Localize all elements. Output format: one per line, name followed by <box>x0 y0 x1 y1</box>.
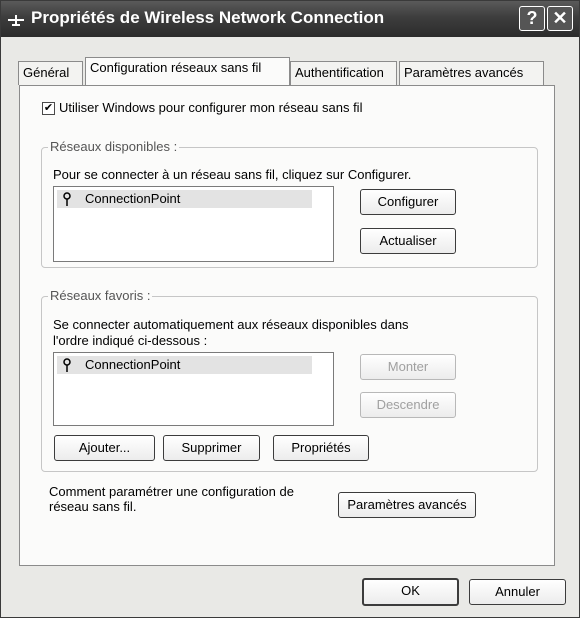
preferred-description-line2: l'ordre indiqué ci-dessous : <box>53 333 208 348</box>
properties-button[interactable]: Propriétés <box>273 435 369 461</box>
preferred-networks-title: Réseaux favoris : <box>48 288 153 303</box>
use-windows-checkbox[interactable]: ✔ <box>42 102 55 115</box>
add-button[interactable]: Ajouter... <box>54 435 155 461</box>
list-item-label: ConnectionPoint <box>85 191 181 206</box>
remove-button[interactable]: Supprimer <box>163 435 260 461</box>
ok-button[interactable]: OK <box>362 578 459 606</box>
available-networks-list[interactable]: ConnectionPoint <box>53 186 334 262</box>
preferred-description-line1: Se connecter automatiquement aux réseaux… <box>53 317 409 332</box>
refresh-button[interactable]: Actualiser <box>360 228 456 254</box>
use-windows-label[interactable]: Utiliser Windows pour configurer mon rés… <box>59 100 362 115</box>
checkmark-icon: ✔ <box>43 102 54 114</box>
tab-wireless-config[interactable]: Configuration réseaux sans fil <box>85 57 290 85</box>
move-down-button[interactable]: Descendre <box>360 392 456 418</box>
help-link-line2[interactable]: réseau sans fil. <box>49 500 136 513</box>
close-button[interactable]: ✕ <box>547 6 573 31</box>
available-networks-description: Pour se connecter à un réseau sans fil, … <box>53 167 412 182</box>
list-item[interactable]: ConnectionPoint <box>57 190 312 208</box>
tab-authentication[interactable]: Authentification <box>290 61 397 85</box>
available-networks-title: Réseaux disponibles : <box>48 139 180 154</box>
tab-general[interactable]: Général <box>18 61 83 85</box>
help-button[interactable]: ? <box>519 6 545 31</box>
configure-button[interactable]: Configurer <box>360 189 456 215</box>
tab-advanced-settings[interactable]: Paramètres avancés <box>399 61 544 85</box>
wireless-antenna-icon <box>60 191 74 207</box>
list-item[interactable]: ConnectionPoint <box>57 356 312 374</box>
list-item-label: ConnectionPoint <box>85 357 181 372</box>
title-bar[interactable]: Propriétés de Wireless Network Connectio… <box>1 1 579 37</box>
network-connection-icon <box>7 10 25 28</box>
wireless-antenna-icon <box>60 357 74 373</box>
advanced-settings-button[interactable]: Paramètres avancés <box>338 492 476 518</box>
tab-panel: ✔ Utiliser Windows pour configurer mon r… <box>19 85 555 566</box>
help-link-line1[interactable]: Comment paramétrer une configuration de <box>49 485 294 498</box>
move-up-button[interactable]: Monter <box>360 354 456 380</box>
properties-dialog: Propriétés de Wireless Network Connectio… <box>0 0 580 618</box>
preferred-networks-list[interactable]: ConnectionPoint <box>53 352 334 426</box>
window-title: Propriétés de Wireless Network Connectio… <box>31 8 385 27</box>
tab-strip: Général Configuration réseaux sans fil A… <box>1 39 579 85</box>
cancel-button[interactable]: Annuler <box>469 579 566 605</box>
